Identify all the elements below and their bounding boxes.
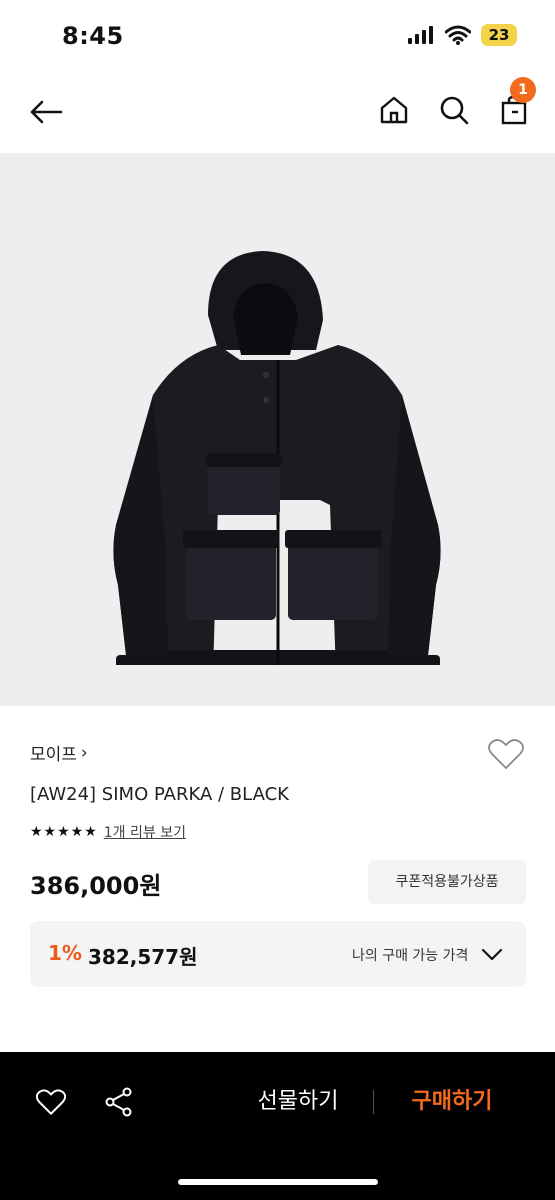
product-title: [AW24] SIMO PARKA / BLACK (30, 784, 289, 805)
chevron-down-icon (481, 948, 503, 961)
status-bar: 8:45 23 (0, 0, 555, 72)
rating-row: ★★★★★ 1개 리뷰 보기 (30, 822, 186, 842)
my-price-label: 나의 구매 가능 가격 (352, 948, 469, 964)
status-time: 8:45 (62, 22, 124, 50)
search-icon (440, 96, 469, 125)
back-arrow-icon (30, 100, 63, 124)
product-price: 386,000원 (30, 872, 162, 900)
wishlist-button[interactable] (486, 736, 526, 772)
product-image[interactable] (0, 153, 555, 706)
home-button[interactable] (374, 90, 414, 130)
status-icons: 23 (407, 24, 517, 46)
coupon-status: 쿠폰적용불가상품 (368, 860, 526, 904)
parka-jacket-image (112, 250, 441, 665)
gift-button[interactable]: 선물하기 (238, 1084, 358, 1120)
share-button[interactable] (102, 1085, 136, 1119)
signal-icon (408, 26, 433, 44)
back-button[interactable] (26, 92, 66, 132)
brand-link[interactable]: 모이프 › (30, 740, 88, 766)
discounted-price: 382,577원 (88, 945, 198, 969)
home-icon (380, 96, 408, 124)
chevron-right-icon: › (80, 742, 88, 763)
buy-button[interactable]: 구매하기 (390, 1084, 514, 1120)
star-rating: ★★★★★ (30, 824, 98, 840)
wifi-icon (445, 25, 471, 45)
home-indicator (178, 1179, 378, 1185)
share-icon (105, 1087, 132, 1117)
product-detail-page: 8:45 23 1 모이프 › [AW24] SIMO PARKA / BLAC… (0, 0, 555, 1200)
battery-indicator: 23 (481, 24, 517, 46)
divider (373, 1090, 374, 1114)
discount-rate: 1% (48, 941, 82, 965)
my-price-toggle[interactable]: 1% 382,577원 나의 구매 가능 가격 (30, 921, 526, 987)
nav-bar: 1 (0, 72, 555, 152)
heart-icon (36, 1089, 66, 1115)
like-button[interactable] (34, 1085, 68, 1119)
brand-name: 모이프 (30, 745, 77, 765)
cart-count-badge: 1 (510, 77, 536, 103)
heart-outline-icon (488, 739, 524, 769)
search-button[interactable] (434, 90, 474, 130)
bottom-action-bar: 선물하기 구매하기 (0, 1052, 555, 1200)
review-link[interactable]: 1개 리뷰 보기 (104, 822, 186, 842)
